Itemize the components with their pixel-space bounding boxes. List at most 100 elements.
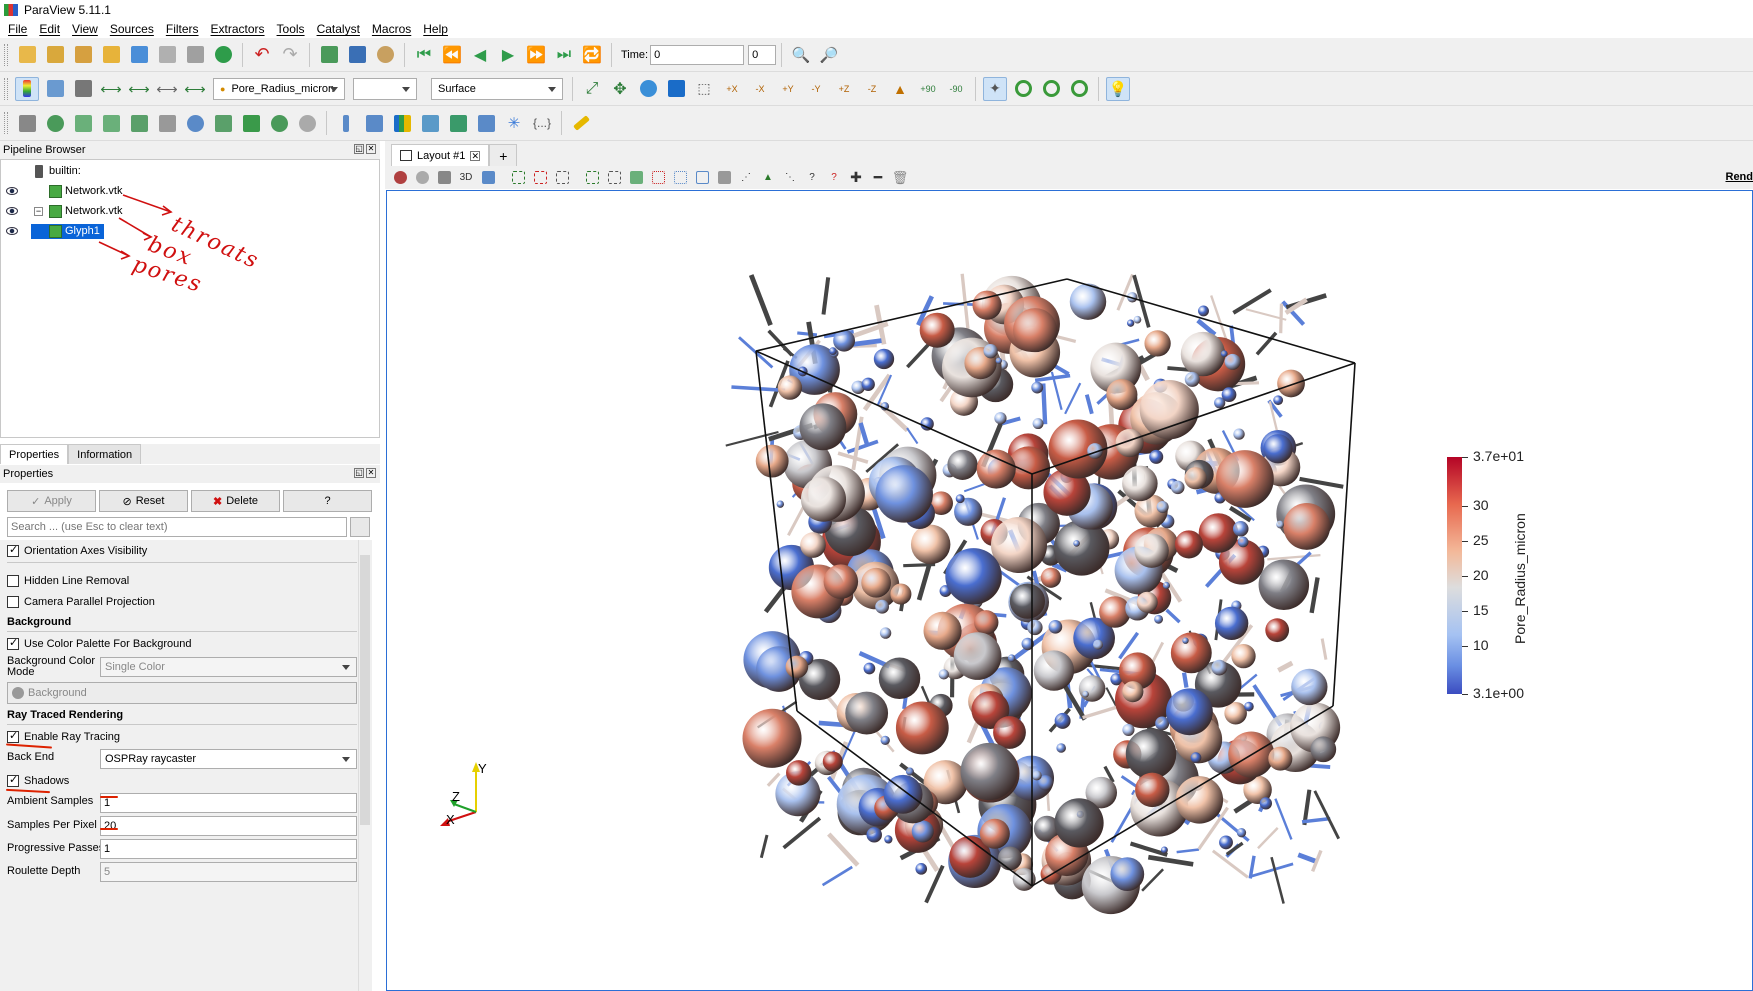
progressive-passes-input[interactable]: 1 (100, 839, 357, 859)
menu-view[interactable]: View (72, 22, 98, 36)
last-frame-button[interactable]: ⏭ (552, 43, 576, 67)
menu-edit[interactable]: Edit (39, 22, 60, 36)
reset-center-button[interactable] (1011, 77, 1035, 101)
connect-button[interactable] (155, 43, 179, 67)
select-cells-through-button[interactable] (552, 168, 572, 188)
properties-scrollbar[interactable] (358, 540, 371, 991)
stream-tracer-button[interactable] (211, 111, 235, 135)
pipeline-tree[interactable]: builtin: Network.vtk − Network.vtk Glyph… (0, 159, 380, 438)
isometric-view-button[interactable]: ▲ (888, 77, 912, 101)
reset-camera-closest-button[interactable]: ✥ (608, 77, 632, 101)
disconnect-button[interactable] (183, 43, 207, 67)
redo-button[interactable]: ↷ (278, 43, 302, 67)
advanced-properties-gear-icon[interactable] (350, 517, 370, 537)
menu-filters[interactable]: Filters (166, 22, 199, 36)
toolbar-grip[interactable] (4, 77, 8, 100)
undo-button[interactable]: ↶ (250, 43, 274, 67)
hidden-line-removal-checkbox[interactable] (7, 575, 19, 587)
menu-file[interactable]: File (8, 22, 27, 36)
rescale-visible-range-button[interactable]: ⟷ (155, 77, 179, 101)
grow-selection-plus-button[interactable]: ✚ (846, 168, 866, 188)
toolbar-grip[interactable] (4, 43, 8, 66)
clip-button[interactable] (71, 111, 95, 135)
next-frame-button[interactable]: ⏩ (524, 43, 548, 67)
float-dock-button[interactable]: ◱ (354, 144, 364, 154)
contour-button[interactable] (43, 111, 67, 135)
hover-cells-button[interactable] (692, 168, 712, 188)
delete-button[interactable]: ✖ Delete (191, 490, 280, 512)
loop-button[interactable]: 🔁 (580, 43, 604, 67)
camera-parallel-projection-row[interactable]: Camera Parallel Projection (7, 593, 155, 611)
select-points-on-button[interactable] (530, 168, 550, 188)
view-minus-x-button[interactable]: -X (748, 77, 772, 101)
rescale-temporal-range-button[interactable]: ⟷ (183, 77, 207, 101)
time-step-spinbox[interactable]: 0 (748, 44, 777, 65)
glyph-button[interactable] (183, 111, 207, 135)
apply-button[interactable]: ✓ Apply (7, 490, 96, 512)
color-palette-button[interactable] (373, 43, 397, 67)
back-end-select[interactable]: OSPRay raycaster (100, 749, 357, 769)
python-calculator-button[interactable] (446, 111, 470, 135)
show-center-button[interactable]: ✦ (983, 76, 1007, 101)
rescale-custom-range-button[interactable]: ⟷ (127, 77, 151, 101)
light-kit-button[interactable]: 💡 (1106, 76, 1130, 101)
calculator-button[interactable] (15, 111, 39, 135)
toggle-3d-button[interactable]: 3D (456, 168, 476, 188)
close-dock-button[interactable]: ✕ (366, 468, 376, 478)
shrink-selection-button[interactable]: ▲ (758, 168, 778, 188)
open-file-button[interactable] (15, 43, 39, 67)
tab-layout-1[interactable]: Layout #1 ✕ (391, 144, 490, 166)
pore-network-render[interactable] (387, 191, 1753, 991)
rescale-data-range-button[interactable]: ⟷ (99, 77, 123, 101)
ambient-samples-input[interactable]: 1 (100, 793, 357, 813)
descriptive-stats-button[interactable] (418, 111, 442, 135)
use-color-palette-checkbox[interactable] (7, 636, 19, 650)
orientation-axes-checkbox-row[interactable]: Orientation Axes Visibility (7, 542, 147, 560)
menu-tools[interactable]: Tools (277, 22, 305, 36)
plot-over-line-button[interactable] (334, 111, 358, 135)
reset-session-button[interactable] (211, 43, 235, 67)
grow-selection-button[interactable]: ⋰ (736, 168, 756, 188)
select-cells-on-button[interactable] (508, 168, 528, 188)
hover-points-button[interactable] (670, 168, 690, 188)
threshold-button[interactable] (127, 111, 151, 135)
use-color-palette-row[interactable]: Use Color Palette For Background (7, 635, 192, 653)
warp-by-vector-button[interactable] (239, 111, 263, 135)
point-tooltip-button[interactable]: ? (824, 168, 844, 188)
capture-screenshot-button[interactable] (434, 168, 454, 188)
float-dock-button[interactable]: ◱ (354, 468, 364, 478)
save-state-button[interactable] (99, 43, 123, 67)
render-view[interactable] (386, 190, 1753, 991)
orientation-axes-checkbox[interactable] (7, 543, 19, 557)
group-datasets-button[interactable] (267, 111, 291, 135)
plot-selection-button[interactable] (362, 111, 386, 135)
shadows-row[interactable]: Shadows (7, 772, 69, 790)
time-input[interactable]: 0 (650, 44, 745, 65)
tab-properties[interactable]: Properties (0, 444, 69, 464)
toolbar-grip[interactable] (4, 112, 8, 134)
adjust-camera-button[interactable] (478, 168, 498, 188)
help-button[interactable]: ? (283, 490, 372, 512)
view-plus-x-button[interactable]: +X (720, 77, 744, 101)
add-layout-tab-button[interactable]: + (489, 144, 518, 166)
scrollbar-thumb[interactable] (360, 555, 370, 825)
pick-center-button[interactable] (1039, 77, 1063, 101)
samples-per-pixel-input[interactable]: 20 (100, 816, 357, 836)
interactive-select-cells-button[interactable] (626, 168, 646, 188)
load-state-button[interactable] (127, 43, 151, 67)
split-horizontal-button[interactable] (390, 168, 410, 188)
reverse-play-button[interactable]: ◀ (468, 43, 492, 67)
representation-select[interactable]: Surface (431, 77, 563, 100)
camera-parallel-projection-checkbox[interactable] (7, 596, 19, 608)
shrink-selection-minus-button[interactable]: ━ (868, 168, 888, 188)
menu-sources[interactable]: Sources (110, 22, 154, 36)
camera-redo-button[interactable] (412, 168, 432, 188)
slice-button[interactable] (99, 111, 123, 135)
shadows-checkbox[interactable] (7, 773, 19, 787)
toggle-color-legend-button[interactable] (15, 76, 39, 101)
mesh-quality-button[interactable]: ✳ (502, 111, 526, 135)
programmable-filter-button[interactable]: {...} (530, 111, 554, 135)
previous-frame-button[interactable]: ⏪ (440, 43, 464, 67)
select-polygon-cells-button[interactable] (582, 168, 602, 188)
view-minus-y-button[interactable]: -Y (804, 77, 828, 101)
